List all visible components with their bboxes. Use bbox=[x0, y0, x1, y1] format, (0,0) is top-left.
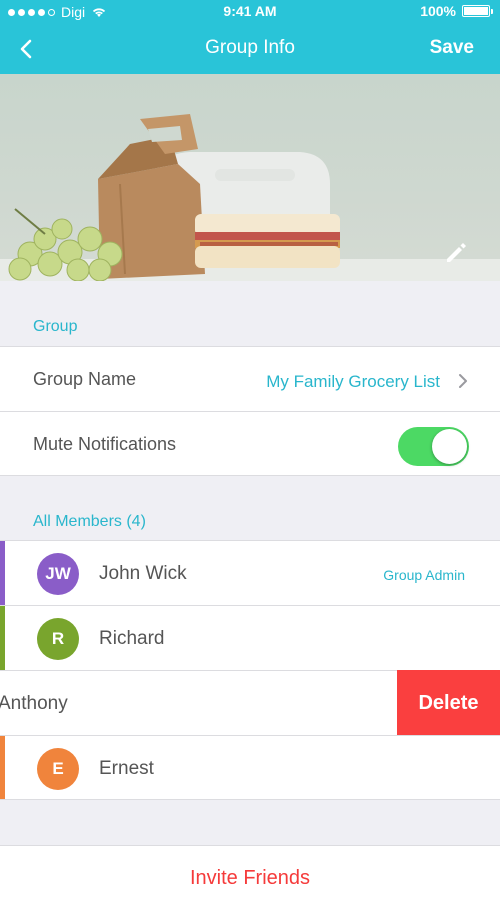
avatar: JW bbox=[37, 553, 79, 595]
group-cover-image bbox=[0, 74, 500, 281]
member-row[interactable]: E Ernest bbox=[0, 735, 500, 800]
battery-percentage: 100% bbox=[420, 3, 456, 19]
member-name: Ernest bbox=[99, 758, 154, 779]
member-accent-bar bbox=[0, 541, 5, 605]
section-label-members: All Members (4) bbox=[33, 513, 146, 530]
member-name: Anthony bbox=[0, 693, 68, 714]
toggle-knob bbox=[432, 429, 467, 464]
member-row[interactable]: R Richard bbox=[0, 605, 500, 670]
member-name: Richard bbox=[99, 628, 165, 649]
page-title: Group Info bbox=[205, 37, 295, 58]
top-bar: Digi 9:41 AM 100% Group Info Save bbox=[0, 0, 500, 74]
avatar: R bbox=[37, 618, 79, 660]
pencil-icon[interactable] bbox=[442, 239, 470, 267]
delete-member-button[interactable]: Delete bbox=[397, 670, 500, 736]
invite-friends-bar: Invite Friends bbox=[0, 845, 500, 900]
avatar: E bbox=[37, 748, 79, 790]
member-accent-bar bbox=[0, 736, 5, 799]
status-bar: Digi 9:41 AM 100% bbox=[0, 0, 500, 24]
group-name-value[interactable]: My Family Grocery List bbox=[266, 372, 440, 392]
battery-icon bbox=[462, 5, 493, 17]
mute-notifications-row: Mute Notifications bbox=[0, 411, 500, 476]
lunch-illustration bbox=[0, 114, 500, 281]
mute-notifications-toggle[interactable] bbox=[398, 427, 469, 466]
navigation-bar: Group Info Save bbox=[0, 24, 500, 74]
member-role-badge: Group Admin bbox=[383, 567, 465, 583]
member-name: John Wick bbox=[99, 563, 187, 584]
mute-notifications-label: Mute Notifications bbox=[33, 434, 177, 454]
member-row-swiped[interactable]: Anthony Delete bbox=[0, 670, 500, 736]
save-button[interactable]: Save bbox=[430, 37, 474, 59]
section-label-group: Group bbox=[33, 318, 78, 335]
member-accent-bar bbox=[0, 606, 5, 670]
member-row[interactable]: JW John Wick Group Admin bbox=[0, 540, 500, 605]
group-name-row[interactable]: Group Name My Family Grocery List bbox=[0, 346, 500, 411]
invite-friends-button[interactable]: Invite Friends bbox=[0, 867, 500, 890]
group-name-label: Group Name bbox=[33, 369, 137, 389]
chevron-right-icon bbox=[459, 374, 467, 388]
status-right: 100% bbox=[420, 3, 493, 19]
